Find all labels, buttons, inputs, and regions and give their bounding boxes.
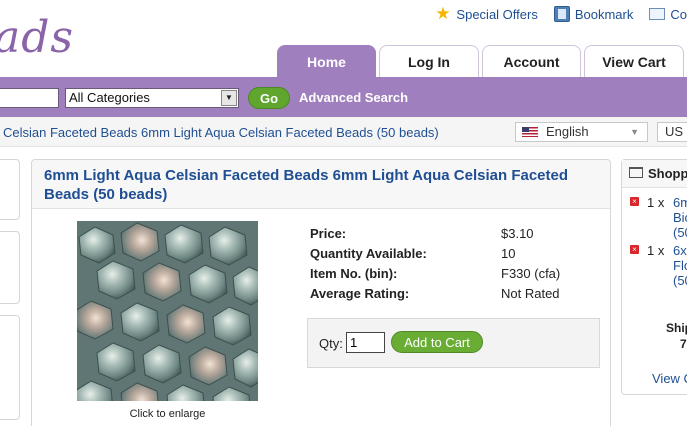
qty-input[interactable] xyxy=(346,332,385,353)
search-input[interactable] xyxy=(0,88,59,108)
main-nav-tabs: Home Log In Account View Cart xyxy=(277,45,684,77)
product-title: 6mm Light Aqua Celsian Faceted Beads 6mm… xyxy=(44,167,569,203)
shipping-value: 7 xyxy=(680,337,687,351)
spec-value: 10 xyxy=(501,245,516,261)
star-icon: ★ xyxy=(435,4,451,23)
spec-value: $3.10 xyxy=(501,225,534,241)
contact-link[interactable]: Co xyxy=(649,6,687,22)
tab-home[interactable]: Home xyxy=(277,45,376,77)
sidebar-box xyxy=(0,315,20,420)
mail-icon xyxy=(649,8,666,20)
tab-account[interactable]: Account xyxy=(482,45,581,77)
go-button[interactable]: Go xyxy=(248,87,290,109)
sidebar-box xyxy=(0,231,20,304)
language-select[interactable]: English ▼ xyxy=(515,122,648,142)
cart-item-qty: 1 x xyxy=(647,195,665,210)
product-image[interactable] xyxy=(77,221,258,401)
tab-log-in[interactable]: Log In xyxy=(379,45,479,77)
product-panel: 6mm Light Aqua Celsian Faceted Beads 6mm… xyxy=(31,159,611,426)
shopping-cart-icon xyxy=(629,167,643,178)
cart-item-name[interactable]: 6x8 Flo (50 xyxy=(673,243,687,288)
spec-label: Price: xyxy=(310,225,347,241)
bookmark-icon xyxy=(553,6,570,22)
top-links: ★ Special Offers Bookmark Co xyxy=(435,4,687,23)
cart-item-qty: 1 x xyxy=(647,243,665,258)
bookmark-label: Bookmark xyxy=(574,6,634,22)
sidebar-box xyxy=(0,159,20,220)
spec-label: Quantity Available: xyxy=(310,245,427,261)
cart-item-name[interactable]: 6m Bic (50 xyxy=(673,195,687,240)
spec-value: F330 (cfa) xyxy=(501,265,561,281)
category-select[interactable]: All Categories ▼ xyxy=(65,88,239,108)
product-header: 6mm Light Aqua Celsian Faceted Beads 6mm… xyxy=(32,160,610,209)
shipping-label: Ship xyxy=(666,321,687,335)
tab-view-cart[interactable]: View Cart xyxy=(584,45,684,77)
site-logo[interactable]: ads xyxy=(0,12,74,63)
advanced-search-link[interactable]: Advanced Search xyxy=(299,90,408,105)
product-specs: Price: $3.10 Quantity Available: 10 Item… xyxy=(310,223,560,303)
language-value: English xyxy=(546,124,589,139)
special-offers-label: Special Offers xyxy=(456,6,538,22)
spec-row-quantity: Quantity Available: 10 xyxy=(310,243,560,263)
chevron-down-icon: ▼ xyxy=(630,127,639,137)
remove-icon[interactable]: × xyxy=(630,245,639,254)
shopping-cart-header: Shopp xyxy=(622,160,687,188)
contact-label: Co xyxy=(670,6,687,22)
qty-label: Qty: xyxy=(319,336,343,351)
add-to-cart-button[interactable]: Add to Cart xyxy=(391,331,483,353)
bookmark-link[interactable]: Bookmark xyxy=(553,6,634,22)
spec-row-item-no: Item No. (bin): F330 (cfa) xyxy=(310,263,560,283)
category-select-value: All Categories xyxy=(69,90,150,105)
currency-value: US D xyxy=(665,124,687,139)
chevron-down-icon[interactable]: ▼ xyxy=(221,90,237,106)
spec-label: Average Rating: xyxy=(310,285,410,301)
spec-label: Item No. (bin): xyxy=(310,265,398,281)
spec-row-rating: Average Rating: Not Rated xyxy=(310,283,560,303)
breadcrumb[interactable]: Celsian Faceted Beads 6mm Light Aqua Cel… xyxy=(3,125,439,140)
shopping-cart-panel: Shopp × 1 x 6m Bic (50 × 1 x 6x8 Flo (50… xyxy=(621,159,687,395)
special-offers-link[interactable]: ★ Special Offers xyxy=(435,4,538,23)
shopping-cart-title: Shopp xyxy=(648,166,687,181)
spec-row-price: Price: $3.10 xyxy=(310,223,560,243)
view-cart-link[interactable]: View C xyxy=(652,371,687,386)
us-flag-icon xyxy=(522,127,538,137)
click-to-enlarge-link[interactable]: Click to enlarge xyxy=(77,408,258,420)
spec-value: Not Rated xyxy=(501,285,560,301)
add-to-cart-box: Qty: Add to Cart xyxy=(307,318,600,368)
currency-select[interactable]: US D xyxy=(657,122,687,142)
remove-icon[interactable]: × xyxy=(630,197,639,206)
